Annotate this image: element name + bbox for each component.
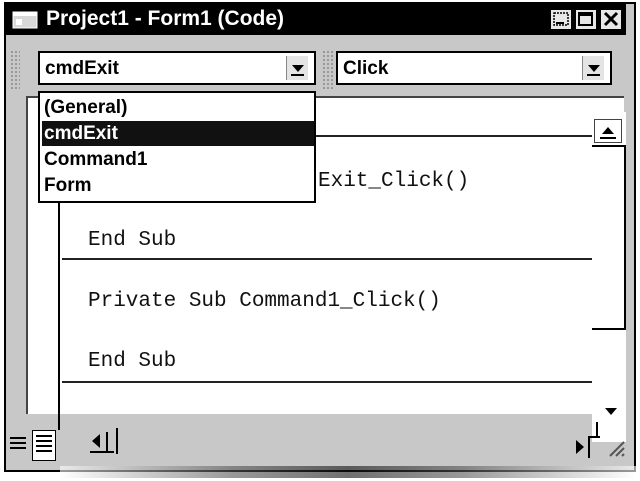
scroll-left-button[interactable]	[86, 428, 130, 454]
procedure-combo[interactable]: Click	[336, 51, 612, 85]
dropdown-item-general[interactable]: (General)	[42, 95, 314, 120]
scroll-up-button[interactable]	[594, 119, 622, 143]
close-button[interactable]	[600, 9, 622, 30]
maximize-icon	[578, 12, 593, 26]
scroll-track-frame	[592, 145, 626, 330]
view-buttons	[8, 428, 60, 461]
procedure-combo-dropdown-button[interactable]	[582, 56, 604, 80]
object-combo-value: cmdExit	[45, 58, 119, 79]
full-module-view-icon[interactable]	[32, 430, 56, 461]
window-title: Project1 - Form1 (Code)	[46, 7, 285, 30]
window-shadow	[60, 466, 636, 478]
grip-left	[10, 50, 20, 90]
procedure-view-icon[interactable]	[8, 432, 30, 459]
minimize-icon	[553, 12, 569, 26]
arrow-down-icon	[605, 408, 617, 415]
code-line[interactable]: End Sub	[88, 229, 176, 252]
title-bar[interactable]: Project1 - Form1 (Code)	[4, 4, 626, 35]
vb-form-icon	[12, 11, 38, 34]
minimize-button[interactable]	[550, 9, 572, 30]
chevron-down-icon	[291, 74, 304, 76]
procedure-separator	[62, 381, 592, 383]
procedure-combo-value: Click	[343, 58, 389, 79]
code-line[interactable]: Exit_Click()	[318, 170, 469, 193]
dropdown-item-cmdexit[interactable]: cmdExit	[42, 121, 314, 146]
object-combo[interactable]: cmdExit	[38, 51, 316, 85]
code-line[interactable]: End Sub	[88, 350, 176, 373]
dropdown-item-command1[interactable]: Command1	[42, 147, 314, 172]
scroll-right-button[interactable]	[560, 420, 630, 460]
arrow-up-icon	[600, 127, 616, 139]
maximize-button[interactable]	[575, 9, 597, 30]
code-line[interactable]: Private Sub Command1_Click()	[88, 290, 441, 313]
grip-mid	[322, 50, 334, 90]
procedure-separator	[62, 258, 592, 260]
object-combo-dropdown-button[interactable]	[286, 56, 308, 80]
arrow-left-icon	[90, 428, 118, 454]
arrow-right-icon	[576, 422, 625, 458]
dropdown-item-form[interactable]: Form	[42, 173, 314, 198]
chevron-down-icon	[587, 74, 600, 76]
close-icon	[603, 11, 619, 27]
object-dropdown-list[interactable]: (General) cmdExit Command1 Form	[38, 91, 316, 203]
